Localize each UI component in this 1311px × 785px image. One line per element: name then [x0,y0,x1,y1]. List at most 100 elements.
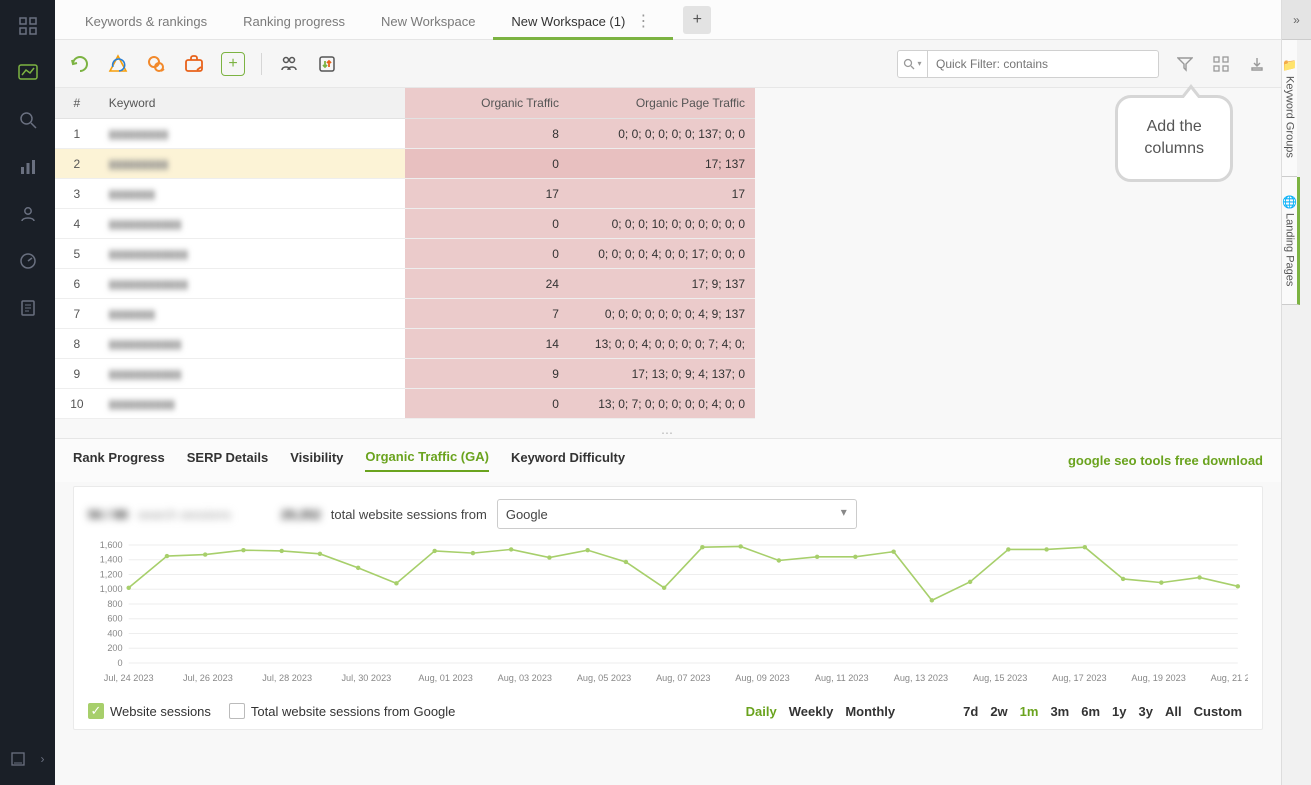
table-row[interactable]: 8▮▮▮▮▮▮▮▮▮▮▮1413; 0; 0; 4; 0; 0; 0; 0; 7… [55,329,755,359]
cell-index: 6 [55,269,99,299]
tab-keyword-difficulty[interactable]: Keyword Difficulty [511,450,625,471]
range-monthly[interactable]: Monthly [839,700,901,723]
download-icon[interactable] [1247,54,1267,74]
side-tab-keyword-groups[interactable]: 📁 Keyword Groups [1282,40,1297,177]
col-organic-traffic[interactable]: Organic Traffic [405,88,569,119]
total-sessions-label: total website sessions from [331,507,487,522]
cell-organic-page-traffic: 17 [569,179,755,209]
svg-text:Aug, 11 2023: Aug, 11 2023 [815,673,869,683]
cell-organic-page-traffic: 13; 0; 7; 0; 0; 0; 0; 0; 4; 0; 0 [569,389,755,419]
nav-log-icon[interactable] [7,748,29,770]
briefcase-icon[interactable] [183,53,205,75]
resize-handle[interactable]: ⋯ [55,428,1281,438]
add-keyword-button[interactable]: + [221,52,245,76]
table-row[interactable]: 1▮▮▮▮▮▮▮▮▮80; 0; 0; 0; 0; 0; 137; 0; 0 [55,119,755,149]
tab-new-workspace[interactable]: New Workspace [363,4,493,39]
nav-analytics-icon[interactable] [17,156,39,178]
nav-reports-icon[interactable] [17,297,39,319]
side-tab-landing-pages[interactable]: 🌐 Landing Pages [1282,177,1300,305]
side-tab-label: Landing Pages [1283,213,1295,286]
update-blue-icon[interactable] [107,53,129,75]
collapse-panel-button[interactable]: » [1282,0,1311,40]
nav-search-icon[interactable] [17,109,39,131]
tab-rank-progress[interactable]: Rank Progress [73,450,165,471]
toolbar-separator [261,53,262,75]
range-3y[interactable]: 3y [1133,700,1159,723]
table-row[interactable]: 3▮▮▮▮▮▮▮1717 [55,179,755,209]
cell-organic-traffic: 0 [405,149,569,179]
group-icon[interactable] [278,53,300,75]
svg-text:Aug, 01 2023: Aug, 01 2023 [418,673,472,683]
nav-expand-icon[interactable]: › [37,748,49,770]
range-daily[interactable]: Daily [740,700,783,723]
sort-icon[interactable] [316,53,338,75]
table-row[interactable]: 6▮▮▮▮▮▮▮▮▮▮▮▮2417; 9; 137 [55,269,755,299]
add-tab-button[interactable]: + [683,6,711,34]
cell-keyword: ▮▮▮▮▮▮▮▮▮▮▮ [99,329,405,359]
nav-profile-icon[interactable] [17,203,39,225]
nav-rankings-icon[interactable] [17,62,39,84]
svg-text:1,000: 1,000 [100,584,123,594]
table-row[interactable]: 9▮▮▮▮▮▮▮▮▮▮▮917; 13; 0; 9; 4; 137; 0 [55,359,755,389]
line-chart: 02004006008001,0001,2001,4001,600Jul, 24… [88,539,1248,689]
columns-icon[interactable] [1211,54,1231,74]
tab-menu-icon[interactable]: ⋮ [631,19,655,25]
tab-keywords-rankings[interactable]: Keywords & rankings [67,4,225,39]
range-6m[interactable]: 6m [1075,700,1106,723]
cell-organic-page-traffic: 17; 9; 137 [569,269,755,299]
filter-icon[interactable] [1175,54,1195,74]
globe-icon: 🌐 [1282,195,1297,209]
selected-keyword-link[interactable]: google seo tools free download [1068,453,1263,468]
svg-text:Aug, 15 2023: Aug, 15 2023 [973,673,1027,683]
help-bubble-line2: columns [1144,140,1204,157]
svg-text:600: 600 [107,614,122,624]
nav-dashboard-icon[interactable] [17,15,39,37]
cell-keyword: ▮▮▮▮▮▮▮ [99,299,405,329]
table-row[interactable]: 5▮▮▮▮▮▮▮▮▮▮▮▮00; 0; 0; 0; 4; 0; 0; 17; 0… [55,239,755,269]
source-select[interactable]: Google [497,499,857,529]
cell-organic-traffic: 0 [405,389,569,419]
cell-keyword: ▮▮▮▮▮▮▮▮▮▮▮ [99,209,405,239]
legend-website-sessions[interactable]: ✓ Website sessions [88,703,211,719]
legend-total-sessions-google[interactable]: Total website sessions from Google [229,703,455,719]
range-7d[interactable]: 7d [957,700,984,723]
svg-text:1,200: 1,200 [100,570,123,580]
range-1y[interactable]: 1y [1106,700,1132,723]
range-2w[interactable]: 2w [984,700,1013,723]
update-green-icon[interactable] [69,53,91,75]
range-3m[interactable]: 3m [1044,700,1075,723]
nav-speed-icon[interactable] [17,250,39,272]
tab-label: Ranking progress [243,14,345,29]
col-keyword[interactable]: Keyword [99,88,405,119]
table-row[interactable]: 7▮▮▮▮▮▮▮70; 0; 0; 0; 0; 0; 0; 4; 9; 137 [55,299,755,329]
col-organic-page-traffic[interactable]: Organic Page Traffic [569,88,755,119]
col-index[interactable]: # [55,88,99,119]
tab-ranking-progress[interactable]: Ranking progress [225,4,363,39]
quick-filter-input[interactable] [928,57,1158,71]
sessions-fraction: 56 / 88 [88,507,128,522]
table-row[interactable]: 4▮▮▮▮▮▮▮▮▮▮▮00; 0; 0; 10; 0; 0; 0; 0; 0;… [55,209,755,239]
range-1m[interactable]: 1m [1014,700,1045,723]
range-weekly[interactable]: Weekly [783,700,840,723]
table-row[interactable]: 2▮▮▮▮▮▮▮▮▮017; 137 [55,149,755,179]
update-orange-icon[interactable] [145,53,167,75]
tab-organic-traffic-ga[interactable]: Organic Traffic (GA) [365,449,489,472]
keyword-table: # Keyword Organic Traffic Organic Page T… [55,88,755,419]
svg-text:Aug, 21 2023: Aug, 21 2023 [1211,673,1248,683]
svg-text:Aug, 05 2023: Aug, 05 2023 [577,673,631,683]
quick-filter-search-icon[interactable]: ▾ [898,51,928,77]
cell-keyword: ▮▮▮▮▮▮▮ [99,179,405,209]
cell-index: 4 [55,209,99,239]
cell-organic-traffic: 8 [405,119,569,149]
tab-visibility[interactable]: Visibility [290,450,343,471]
range-all[interactable]: All [1159,700,1188,723]
range-custom[interactable]: Custom [1188,700,1248,723]
table-row[interactable]: 10▮▮▮▮▮▮▮▮▮▮013; 0; 7; 0; 0; 0; 0; 0; 4;… [55,389,755,419]
main-area: Keywords & rankings Ranking progress New… [55,0,1281,785]
cell-organic-page-traffic: 0; 0; 0; 10; 0; 0; 0; 0; 0; 0 [569,209,755,239]
svg-text:Jul, 28 2023: Jul, 28 2023 [262,673,312,683]
cell-index: 5 [55,239,99,269]
tab-new-workspace-1[interactable]: New Workspace (1) ⋮ [493,4,673,39]
tab-serp-details[interactable]: SERP Details [187,450,268,471]
cell-keyword: ▮▮▮▮▮▮▮▮▮▮ [99,389,405,419]
